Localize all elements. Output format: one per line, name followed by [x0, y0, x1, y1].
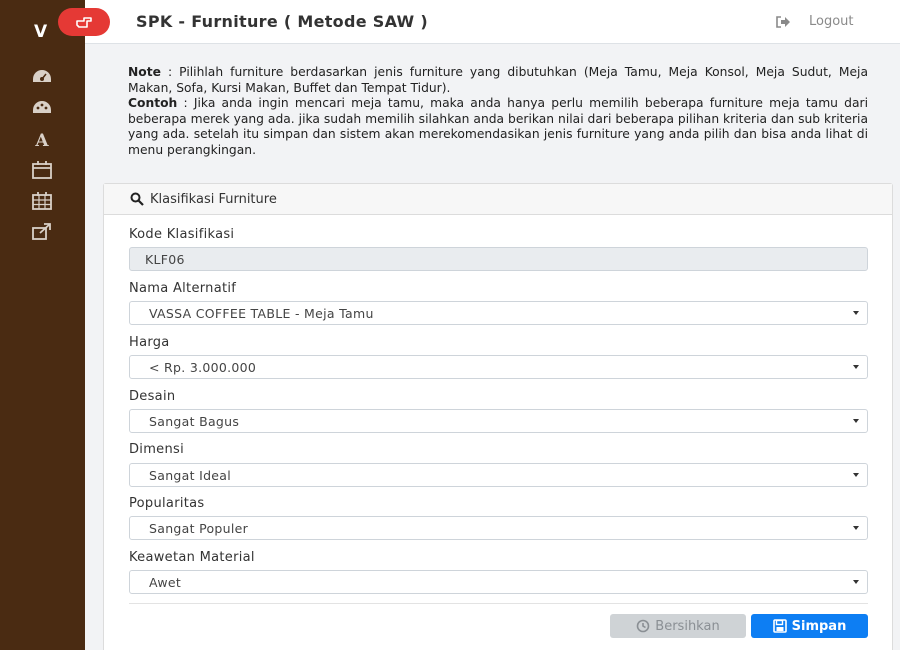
note-paragraph: Note : Pilihlah furniture berdasarkan je… — [128, 65, 868, 96]
font-icon[interactable]: A — [30, 129, 54, 149]
caret-down-icon — [853, 311, 859, 315]
example-label: Contoh — [128, 96, 178, 110]
card-title: Klasifikasi Furniture — [150, 191, 277, 207]
desain-value: Sangat Bagus — [149, 413, 240, 429]
form-divider — [129, 603, 868, 604]
note-content: : Pilihlah furniture berdasarkan jenis f… — [128, 65, 868, 95]
save-button-label: Simpan — [791, 618, 847, 634]
dimensi-value: Sangat Ideal — [149, 467, 232, 483]
caret-down-icon — [853, 365, 859, 369]
caret-down-icon — [853, 526, 859, 530]
card-header: Klasifikasi Furniture — [104, 184, 892, 215]
note-label: Note — [128, 65, 161, 79]
harga-select[interactable]: < Rp. 3.000.000 — [129, 355, 868, 379]
kode-klasifikasi-label: Kode Klasifikasi — [129, 227, 235, 242]
logout-link[interactable]: Logout — [775, 14, 854, 29]
example-content: : Jika anda ingin mencari meja tamu, mak… — [128, 96, 868, 157]
caret-down-icon — [853, 473, 859, 477]
sidebar-toggle-button[interactable] — [58, 8, 110, 36]
hand-pointer-icon — [76, 17, 92, 28]
sidebar: V A — [0, 0, 85, 650]
harga-value: < Rp. 3.000.000 — [149, 359, 257, 375]
nama-alternatif-select[interactable]: VASSA COFFEE TABLE - Meja Tamu — [129, 301, 868, 325]
kode-klasifikasi-field: KLF06 — [129, 247, 868, 271]
caret-down-icon — [853, 580, 859, 584]
logout-label: Logout — [809, 14, 854, 29]
dimensi-select[interactable]: Sangat Ideal — [129, 463, 868, 487]
palette-icon[interactable] — [30, 98, 54, 118]
example-paragraph: Contoh : Jika anda ingin mencari meja ta… — [128, 96, 868, 158]
save-button[interactable]: Simpan — [751, 614, 868, 638]
desain-label: Desain — [129, 389, 176, 404]
kode-klasifikasi-value: KLF06 — [145, 251, 185, 267]
dashboard-icon[interactable] — [30, 67, 54, 87]
clock-icon — [636, 619, 650, 633]
clear-button-label: Bersihkan — [655, 618, 720, 634]
floppy-disk-icon — [772, 619, 787, 633]
svg-text:A: A — [34, 131, 49, 148]
keawetan-material-select[interactable]: Awet — [129, 570, 868, 594]
keawetan-material-value: Awet — [149, 574, 182, 590]
keawetan-material-label: Keawetan Material — [129, 550, 255, 565]
harga-label: Harga — [129, 335, 170, 350]
search-icon — [130, 192, 144, 206]
popularitas-value: Sangat Populer — [149, 520, 249, 536]
external-link-icon[interactable] — [30, 222, 54, 242]
sign-out-icon — [776, 15, 790, 28]
dimensi-label: Dimensi — [129, 442, 185, 457]
note-text-block: Note : Pilihlah furniture berdasarkan je… — [128, 65, 868, 158]
popularitas-select[interactable]: Sangat Populer — [129, 516, 868, 540]
app-title: SPK - Furniture ( Metode SAW ) — [136, 12, 428, 31]
desain-select[interactable]: Sangat Bagus — [129, 409, 868, 433]
clear-button[interactable]: Bersihkan — [610, 614, 746, 638]
caret-down-icon — [853, 419, 859, 423]
calendar-grid-icon[interactable] — [30, 191, 54, 211]
popularitas-label: Popularitas — [129, 496, 205, 511]
nama-alternatif-value: VASSA COFFEE TABLE - Meja Tamu — [149, 305, 374, 321]
nama-alternatif-label: Nama Alternatif — [129, 281, 237, 296]
calendar-icon[interactable] — [30, 160, 54, 180]
